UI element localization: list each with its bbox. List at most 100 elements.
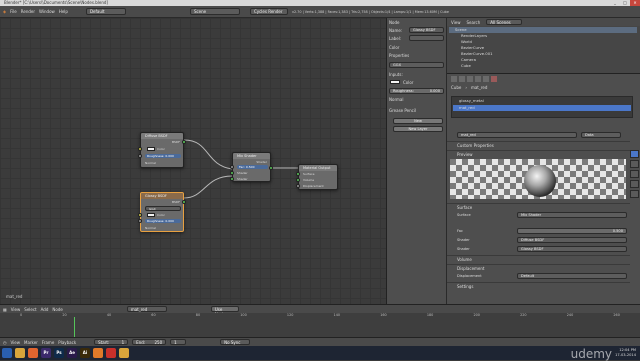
current-frame-field[interactable]: 1 xyxy=(170,339,187,345)
preview-world-tab[interactable] xyxy=(630,190,639,198)
new-grease-pencil-button[interactable]: New xyxy=(393,118,443,124)
shader-output-socket[interactable] xyxy=(269,166,273,170)
distribution-dropdown[interactable]: GGX xyxy=(389,62,444,68)
layout-selector[interactable]: Default xyxy=(85,8,126,15)
color-section[interactable]: Color xyxy=(389,45,445,50)
outliner[interactable]: View Search All Scenes Scene RenderLayer… xyxy=(447,18,640,74)
timeline[interactable]: 0 20 40 60 80 100 120 140 160 180 200 22… xyxy=(0,313,640,337)
roughness-input-socket[interactable] xyxy=(138,219,142,223)
node-editor[interactable]: Diffuse BSDF BSDF Color Roughness: 0.000… xyxy=(0,18,387,304)
outliner-view-menu[interactable]: View xyxy=(451,20,461,25)
playhead[interactable] xyxy=(74,317,75,337)
bsdf-output-socket[interactable] xyxy=(182,140,186,144)
folder-icon[interactable] xyxy=(119,348,129,358)
object-tab-icon[interactable] xyxy=(475,76,481,82)
node-label-field[interactable] xyxy=(409,35,444,41)
custom-properties-header[interactable]: Custom Properties xyxy=(447,141,630,148)
illustrator-icon[interactable]: Ai xyxy=(80,348,90,358)
menu-help[interactable]: Help xyxy=(59,9,68,14)
menu-file[interactable]: File xyxy=(10,9,17,14)
outliner-filter[interactable]: All Scenes xyxy=(486,19,523,25)
node-title[interactable]: Diffuse BSDF xyxy=(141,133,183,139)
blender-icon[interactable] xyxy=(93,348,103,358)
roughness-field[interactable]: Roughness: 0.000 xyxy=(145,154,181,158)
color-swatch[interactable] xyxy=(390,80,400,84)
settings-header[interactable]: Settings xyxy=(447,282,630,289)
preview-sphere-tab[interactable] xyxy=(630,150,639,158)
node-menu-add[interactable]: Add xyxy=(41,307,49,312)
preview-header[interactable]: Preview xyxy=(447,150,630,157)
material-slot-list[interactable]: glossy_metal mat_red xyxy=(451,96,633,118)
new-layer-button[interactable]: New Layer xyxy=(393,126,443,132)
material-slot[interactable]: glossy_metal xyxy=(453,98,631,104)
surface-shader-field[interactable]: Mix Shader xyxy=(517,212,627,218)
aftereffects-icon[interactable]: Ae xyxy=(67,348,77,358)
material-name-field[interactable]: mat_red xyxy=(457,132,577,138)
roughness-field[interactable]: Roughness: 0.000 xyxy=(389,88,444,94)
use-nodes-button[interactable]: Use Nodes xyxy=(210,306,239,317)
sync-mode-dropdown[interactable]: No Sync xyxy=(220,339,251,345)
shader-1-field[interactable]: Diffuse BSDF xyxy=(517,237,627,243)
timeline-editor-icon[interactable]: ◷ xyxy=(3,340,7,345)
material-output-node[interactable]: Material Output Surface Volume Displacem… xyxy=(296,164,338,190)
grease-pencil-header[interactable]: Grease Pencil xyxy=(389,108,445,113)
premiere-icon[interactable]: Pr xyxy=(41,348,51,358)
timeline-menu-view[interactable]: View xyxy=(11,340,21,345)
system-clock[interactable]: 12:04 PM 17-03-2014 xyxy=(615,348,636,358)
mix-shader-node[interactable]: Mix Shader Shader Fac: 0.500 Shader Shad… xyxy=(230,152,273,182)
distribution-dropdown[interactable]: GGX xyxy=(145,206,181,211)
explorer-icon[interactable] xyxy=(15,348,25,358)
fac-field[interactable]: 0.500 xyxy=(517,228,627,234)
timeline-menu-playback[interactable]: Playback xyxy=(58,340,76,345)
node-menu-select[interactable]: Select xyxy=(24,307,36,312)
color-input-socket[interactable] xyxy=(138,147,142,151)
node-section-header[interactable]: Node xyxy=(389,20,445,25)
node-menu-node[interactable]: Node xyxy=(52,307,62,312)
displacement-header[interactable]: Displacement xyxy=(447,264,630,271)
scene-selector[interactable]: Scene xyxy=(189,8,240,15)
node-title[interactable]: Glossy BSDF xyxy=(141,193,183,199)
roughness-field[interactable]: Roughness: 0.000 xyxy=(145,219,181,223)
world-tab-icon[interactable] xyxy=(467,76,473,82)
blender-logo-icon[interactable]: ◈ xyxy=(3,9,6,14)
editor-type-icon[interactable]: ▦ xyxy=(3,307,7,312)
material-tab-icon[interactable] xyxy=(491,76,497,82)
displacement-input-socket[interactable] xyxy=(296,184,300,188)
shader-input-socket-2[interactable] xyxy=(230,177,234,181)
photoshop-icon[interactable]: Ps xyxy=(54,348,64,358)
preview-monkey-tab[interactable] xyxy=(630,170,639,178)
preview-cube-tab[interactable] xyxy=(630,160,639,168)
shader-2-field[interactable]: Glossy BSDF xyxy=(517,246,627,252)
preview-hair-tab[interactable] xyxy=(630,180,639,188)
media-icon[interactable] xyxy=(106,348,116,358)
timeline-menu-marker[interactable]: Marker xyxy=(24,340,38,345)
roughness-input-socket[interactable] xyxy=(138,154,142,158)
outliner-search-menu[interactable]: Search xyxy=(467,20,481,25)
material-slot[interactable]: mat_red xyxy=(453,105,631,111)
start-frame-field[interactable]: Start: 1 xyxy=(94,339,129,345)
color-input-socket[interactable] xyxy=(138,213,142,217)
outliner-row-cube[interactable]: Cube xyxy=(449,63,637,69)
modifier-tab-icon[interactable] xyxy=(483,76,489,82)
properties-section-header[interactable]: Properties xyxy=(389,53,445,58)
fac-input-socket[interactable] xyxy=(230,165,234,169)
color-swatch[interactable] xyxy=(147,213,155,217)
windows-icon[interactable] xyxy=(2,348,12,358)
node-title[interactable]: Material Output xyxy=(299,165,337,171)
end-frame-field[interactable]: End: 250 xyxy=(132,339,167,345)
menu-window[interactable]: Window xyxy=(39,9,55,14)
menu-render[interactable]: Render xyxy=(21,9,35,14)
volume-input-socket[interactable] xyxy=(296,178,300,182)
glossy-bsdf-node[interactable]: Glossy BSDF BSDF GGX Color Roughness: 0.… xyxy=(138,192,186,232)
scene-tab-icon[interactable] xyxy=(459,76,465,82)
volume-header[interactable]: Volume xyxy=(447,255,630,262)
node-material-field[interactable]: mat_red xyxy=(126,306,167,312)
diffuse-bsdf-node[interactable]: Diffuse BSDF BSDF Color Roughness: 0.000… xyxy=(138,132,186,168)
displacement-field[interactable]: Default xyxy=(517,273,627,279)
node-menu-view[interactable]: View xyxy=(11,307,21,312)
timeline-menu-frame[interactable]: Frame xyxy=(42,340,54,345)
bsdf-output-socket[interactable] xyxy=(182,200,186,204)
node-name-field[interactable]: Glossy BSDF xyxy=(409,27,444,33)
surface-input-socket[interactable] xyxy=(296,172,300,176)
shader-input-socket-1[interactable] xyxy=(230,171,234,175)
